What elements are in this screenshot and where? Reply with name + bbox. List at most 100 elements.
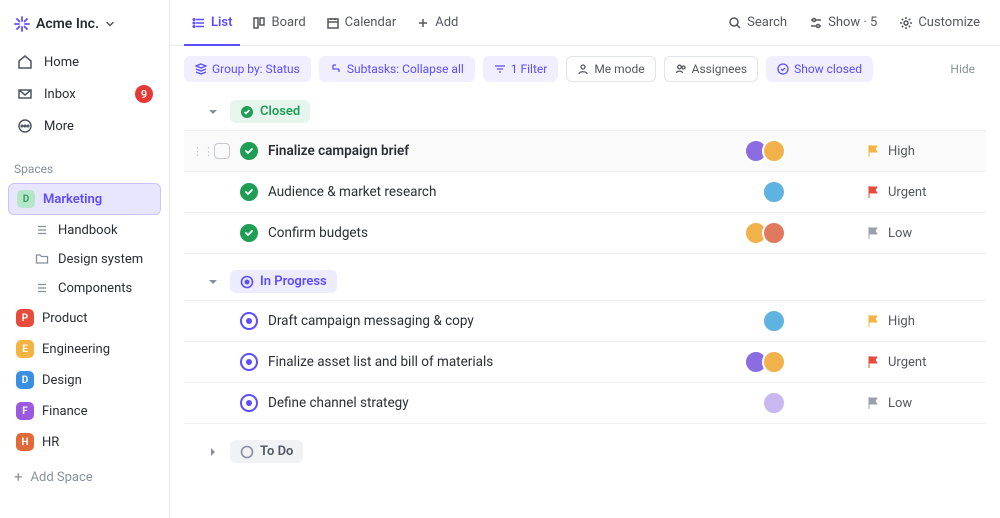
status-progress-icon[interactable] — [240, 353, 258, 371]
workspace-logo-icon — [14, 16, 30, 32]
list-icon — [192, 16, 206, 30]
task-priority[interactable]: Low — [866, 396, 986, 411]
task-row[interactable]: ⋮⋮Define channel strategyLow — [184, 382, 986, 424]
flag-icon — [866, 226, 880, 240]
task-assignees — [762, 309, 786, 333]
hide-button[interactable]: Hide — [939, 56, 986, 82]
status-done-icon[interactable] — [240, 183, 258, 201]
group-header-closed[interactable]: Closed — [184, 92, 986, 131]
task-list-content: Closed ⋮⋮ Finalize campaign brief High⋮⋮ Aud… — [170, 92, 1000, 518]
add-space-button[interactable]: + Add Space — [0, 462, 169, 492]
task-priority[interactable]: Urgent — [866, 185, 986, 200]
chevron-right-icon[interactable] — [208, 447, 222, 457]
view-tab-add[interactable]: Add — [408, 8, 466, 37]
sliders-icon — [809, 16, 823, 30]
space-child-design-system[interactable]: Design system — [8, 245, 161, 273]
task-row[interactable]: ⋮⋮Finalize asset list and bill of materi… — [184, 341, 986, 383]
status-done-icon[interactable] — [240, 224, 258, 242]
task-row[interactable]: ⋮⋮ Finalize campaign brief High — [184, 130, 986, 172]
subtasks-pill[interactable]: Subtasks: Collapse all — [319, 56, 475, 82]
status-progress-icon[interactable] — [240, 312, 258, 330]
people-icon — [675, 63, 687, 75]
task-assignees — [762, 180, 786, 204]
task-row[interactable]: ⋮⋮Draft campaign messaging & copyHigh — [184, 300, 986, 342]
priority-label: Low — [888, 396, 912, 411]
task-title: Finalize campaign brief — [268, 143, 734, 159]
priority-label: High — [888, 144, 915, 159]
avatar[interactable] — [762, 350, 786, 374]
nav-more[interactable]: More — [8, 110, 161, 142]
chevron-down-icon[interactable] — [208, 277, 222, 287]
flag-icon — [866, 314, 880, 328]
task-title: Finalize asset list and bill of material… — [268, 354, 734, 370]
space-item-marketing[interactable]: DMarketing — [8, 183, 161, 215]
toolbar: Group by: Status Subtasks: Collapse all … — [170, 46, 1000, 92]
priority-label: High — [888, 314, 915, 329]
status-done-icon[interactable] — [240, 142, 258, 160]
view-tab-list[interactable]: List — [184, 8, 240, 37]
task-checkbox[interactable] — [214, 143, 230, 159]
group-label: Closed — [260, 104, 300, 119]
view-tab-label: Calendar — [345, 15, 397, 30]
group-header-progress[interactable]: In Progress — [184, 262, 986, 301]
space-label: HR — [42, 435, 59, 450]
chevron-down-icon[interactable] — [208, 107, 222, 117]
top-show-label: Show · 5 — [828, 15, 877, 30]
sidebar: Acme Inc. Home Inbox 9 More Spaces DMark… — [0, 0, 170, 518]
task-row[interactable]: ⋮⋮Audience & market researchUrgent — [184, 171, 986, 213]
main-area: ListBoard Calendar Add Search Show · 5 Cus… — [170, 0, 1000, 518]
show-closed-pill[interactable]: Show closed — [766, 56, 873, 82]
view-tab-board[interactable]: Board — [244, 8, 313, 37]
nav-home[interactable]: Home — [8, 46, 161, 78]
task-priority[interactable]: Urgent — [866, 355, 986, 370]
space-item-engineering[interactable]: EEngineering — [8, 334, 161, 364]
task-assignees — [744, 139, 786, 163]
space-badge: F — [16, 402, 34, 420]
assignees-label: Assignees — [692, 62, 747, 76]
me-mode-pill[interactable]: Me mode — [566, 56, 655, 82]
task-row[interactable]: ⋮⋮Confirm budgetsLow — [184, 212, 986, 254]
avatar[interactable] — [762, 391, 786, 415]
space-badge: D — [16, 371, 34, 389]
avatar[interactable] — [762, 221, 786, 245]
workspace-switcher[interactable]: Acme Inc. — [0, 8, 169, 40]
task-priority[interactable]: High — [866, 314, 986, 329]
drag-handle-icon[interactable]: ⋮⋮ — [192, 145, 204, 158]
avatar[interactable] — [762, 180, 786, 204]
space-item-design[interactable]: D Design — [8, 365, 161, 395]
group-pill: To Do — [230, 440, 303, 463]
search-icon — [728, 16, 742, 30]
group-header-todo[interactable]: To Do — [184, 432, 986, 471]
top-customize-label: Customize — [918, 15, 980, 30]
home-icon — [16, 53, 34, 71]
task-title: Audience & market research — [268, 184, 752, 200]
space-item-finance[interactable]: FFinance — [8, 396, 161, 426]
top-search[interactable]: Search — [722, 10, 793, 35]
task-priority[interactable]: Low — [866, 226, 986, 241]
avatar[interactable] — [762, 309, 786, 333]
space-child-label: Components — [58, 281, 132, 296]
top-show[interactable]: Show · 5 — [803, 10, 883, 35]
status-progress-icon[interactable] — [240, 394, 258, 412]
assignees-pill[interactable]: Assignees — [664, 56, 758, 82]
nav-inbox[interactable]: Inbox 9 — [8, 78, 161, 110]
person-icon — [577, 63, 589, 75]
view-tab-calendar[interactable]: Calendar — [318, 8, 405, 37]
flag-icon — [866, 355, 880, 369]
top-customize[interactable]: Customize — [893, 10, 986, 35]
space-child-handbook[interactable]: Handbook — [8, 216, 161, 244]
space-badge: H — [16, 433, 34, 451]
group-by-label: Group by: Status — [212, 62, 300, 76]
filter-pill[interactable]: 1 Filter — [483, 56, 559, 82]
group-by-pill[interactable]: Group by: Status — [184, 56, 311, 82]
list-icon — [34, 222, 50, 238]
space-label: Design — [42, 373, 82, 388]
more-icon — [16, 117, 34, 135]
space-badge: D — [17, 190, 35, 208]
task-title: Confirm budgets — [268, 225, 734, 241]
space-item-product[interactable]: PProduct — [8, 303, 161, 333]
space-child-components[interactable]: Components — [8, 274, 161, 302]
task-priority[interactable]: High — [866, 144, 986, 159]
space-item-hr[interactable]: H HR — [8, 427, 161, 457]
avatar[interactable] — [762, 139, 786, 163]
